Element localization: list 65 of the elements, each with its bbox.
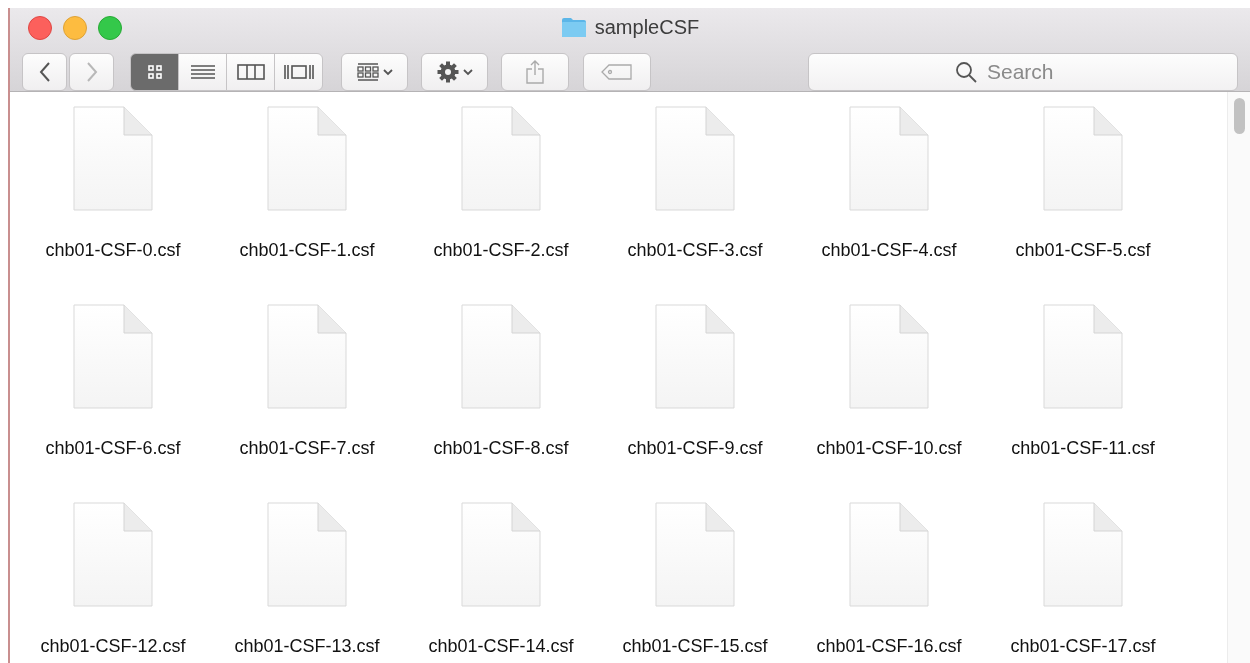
file-name[interactable]: chb01-CSF-6.csf [45,438,181,459]
folder-icon [560,17,587,38]
document-icon [1042,304,1124,410]
arrange-button[interactable] [341,53,408,91]
file-name[interactable]: chb01-CSF-3.csf [627,240,763,261]
document-icon [460,106,542,212]
document-icon [848,106,930,212]
file-name[interactable]: chb01-CSF-14.csf [428,636,574,657]
minimize-button[interactable] [63,15,87,40]
document-icon [266,106,348,212]
chevron-right-icon [85,62,98,82]
file-name[interactable]: chb01-CSF-12.csf [40,636,186,657]
file-name[interactable]: chb01-CSF-15.csf [622,636,768,657]
file-name[interactable]: chb01-CSF-16.csf [816,636,962,657]
scroll-thumb[interactable] [1233,98,1245,134]
file-name[interactable]: chb01-CSF-13.csf [234,636,380,657]
document-icon [654,106,736,212]
file-name[interactable]: chb01-CSF-2.csf [433,240,569,261]
back-button[interactable] [22,53,67,91]
document-icon [1042,106,1124,212]
zoom-button[interactable] [98,15,122,40]
document-icon [460,502,542,608]
file-name[interactable]: chb01-CSF-10.csf [816,438,962,459]
share-icon [526,60,544,84]
caret-icon [462,68,473,76]
document-icon [460,304,542,410]
file-name[interactable]: chb01-CSF-5.csf [1015,240,1151,261]
document-icon [266,304,348,410]
document-icon [1042,502,1124,608]
file-name[interactable]: chb01-CSF-4.csf [821,240,957,261]
view-mode-button[interactable] [130,53,179,91]
grid-icon [147,65,162,79]
document-icon [72,502,154,608]
search-icon [955,61,977,83]
view-mode-button[interactable] [274,53,323,91]
file-name[interactable]: chb01-CSF-9.csf [627,438,763,459]
file-name[interactable]: chb01-CSF-11.csf [1011,438,1155,459]
tags-button[interactable] [583,53,651,91]
document-icon [72,106,154,212]
list-icon [190,64,215,80]
document-icon [848,502,930,608]
gear-icon [436,61,459,83]
share-button[interactable] [501,53,569,91]
tag-icon [601,64,633,80]
file-name[interactable]: chb01-CSF-7.csf [239,438,375,459]
search-field[interactable]: Search [808,53,1238,91]
close-button[interactable] [28,15,52,40]
document-icon [266,502,348,608]
document-icon [654,502,736,608]
coverflow-icon [283,63,314,81]
caret-icon [382,68,393,76]
document-icon [654,304,736,410]
document-icon [848,304,930,410]
action-button[interactable] [421,53,488,91]
chevron-left-icon [38,62,51,82]
document-icon [72,304,154,410]
file-name[interactable]: chb01-CSF-0.csf [45,240,181,261]
columns-icon [236,64,265,80]
window-title: sampleCSF [594,16,700,39]
file-name[interactable]: chb01-CSF-17.csf [1010,636,1156,657]
view-mode-button[interactable] [226,53,275,91]
file-name[interactable]: chb01-CSF-1.csf [239,240,375,261]
view-mode-button[interactable] [178,53,227,91]
arrange-icon [356,63,379,81]
file-name[interactable]: chb01-CSF-8.csf [433,438,569,459]
